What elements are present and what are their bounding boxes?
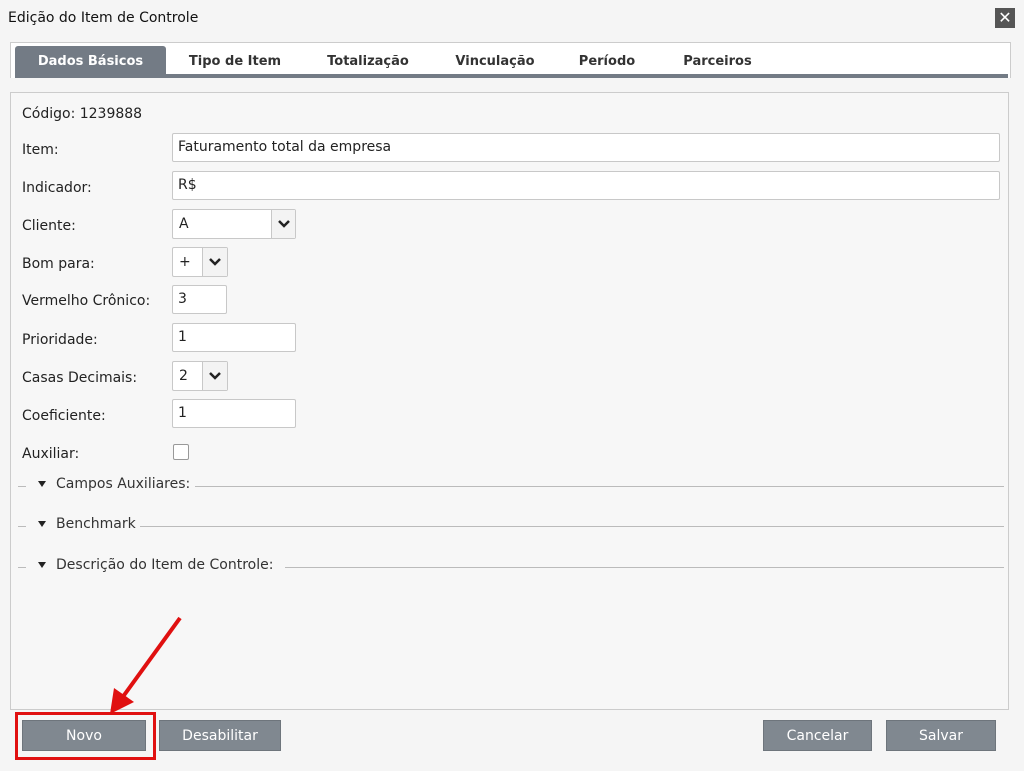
tab-vinculacao[interactable]: Vinculação bbox=[443, 46, 547, 74]
item-label: Item: bbox=[22, 142, 59, 158]
chevron-down-icon[interactable] bbox=[271, 210, 295, 238]
cancelar-button[interactable]: Cancelar bbox=[763, 720, 872, 751]
divider bbox=[18, 486, 26, 487]
title-bar: Edição do Item de Controle ✕ bbox=[0, 0, 1024, 38]
section-label: Descrição do Item de Controle: bbox=[56, 557, 274, 573]
bom-para-select[interactable]: + bbox=[172, 247, 228, 277]
vermelho-cronico-label: Vermelho Crônico: bbox=[22, 293, 151, 309]
vermelho-cronico-input[interactable]: 3 bbox=[172, 285, 227, 314]
bom-para-label: Bom para: bbox=[22, 256, 95, 272]
chevron-down-icon[interactable] bbox=[202, 248, 227, 276]
tab-dados-basicos[interactable]: Dados Básicos bbox=[15, 46, 166, 74]
divider bbox=[195, 486, 1004, 487]
desabilitar-button[interactable]: Desabilitar bbox=[159, 720, 281, 751]
caret-down-icon[interactable] bbox=[38, 562, 46, 568]
cliente-select[interactable]: A bbox=[172, 209, 296, 239]
salvar-button[interactable]: Salvar bbox=[886, 720, 996, 751]
coeficiente-label: Coeficiente: bbox=[22, 408, 106, 424]
prioridade-label: Prioridade: bbox=[22, 332, 98, 348]
casas-decimais-value: 2 bbox=[179, 368, 188, 384]
close-icon[interactable]: ✕ bbox=[995, 8, 1015, 28]
section-label: Campos Auxiliares: bbox=[56, 476, 191, 492]
bom-para-value: + bbox=[179, 254, 191, 270]
section-label: Benchmark bbox=[56, 516, 136, 532]
annotation-highlight-box bbox=[15, 712, 156, 760]
tab-totalizacao[interactable]: Totalização bbox=[315, 46, 421, 74]
caret-down-icon[interactable] bbox=[38, 481, 46, 487]
item-input[interactable]: Faturamento total da empresa bbox=[172, 133, 1000, 162]
coeficiente-input[interactable]: 1 bbox=[172, 399, 296, 428]
casas-decimais-label: Casas Decimais: bbox=[22, 370, 138, 386]
section-campos-auxiliares[interactable]: Campos Auxiliares: bbox=[18, 476, 1004, 496]
divider bbox=[18, 567, 26, 568]
tab-parceiros[interactable]: Parceiros bbox=[670, 46, 765, 74]
section-descricao[interactable]: Descrição do Item de Controle: bbox=[18, 557, 1004, 577]
annotation-arrow-icon bbox=[110, 616, 182, 714]
auxiliar-checkbox[interactable] bbox=[173, 444, 189, 460]
divider bbox=[285, 567, 1004, 568]
window-title: Edição do Item de Controle bbox=[8, 10, 199, 26]
cliente-label: Cliente: bbox=[22, 218, 76, 234]
casas-decimais-select[interactable]: 2 bbox=[172, 361, 228, 391]
tab-strip: Dados Básicos Tipo de Item Totalização V… bbox=[15, 46, 1008, 78]
tab-periodo[interactable]: Período bbox=[568, 46, 646, 74]
caret-down-icon[interactable] bbox=[38, 521, 46, 527]
divider bbox=[140, 526, 1004, 527]
auxiliar-label: Auxiliar: bbox=[22, 446, 80, 462]
chevron-down-icon[interactable] bbox=[202, 362, 227, 390]
cliente-value: A bbox=[179, 216, 189, 232]
divider bbox=[18, 526, 26, 527]
codigo-label: Código: 1239888 bbox=[22, 106, 143, 122]
indicador-input[interactable]: R$ bbox=[172, 171, 1000, 200]
section-benchmark[interactable]: Benchmark bbox=[18, 516, 1004, 536]
tab-tipo-de-item[interactable]: Tipo de Item bbox=[178, 46, 292, 74]
prioridade-input[interactable]: 1 bbox=[172, 323, 296, 352]
indicador-label: Indicador: bbox=[22, 180, 92, 196]
